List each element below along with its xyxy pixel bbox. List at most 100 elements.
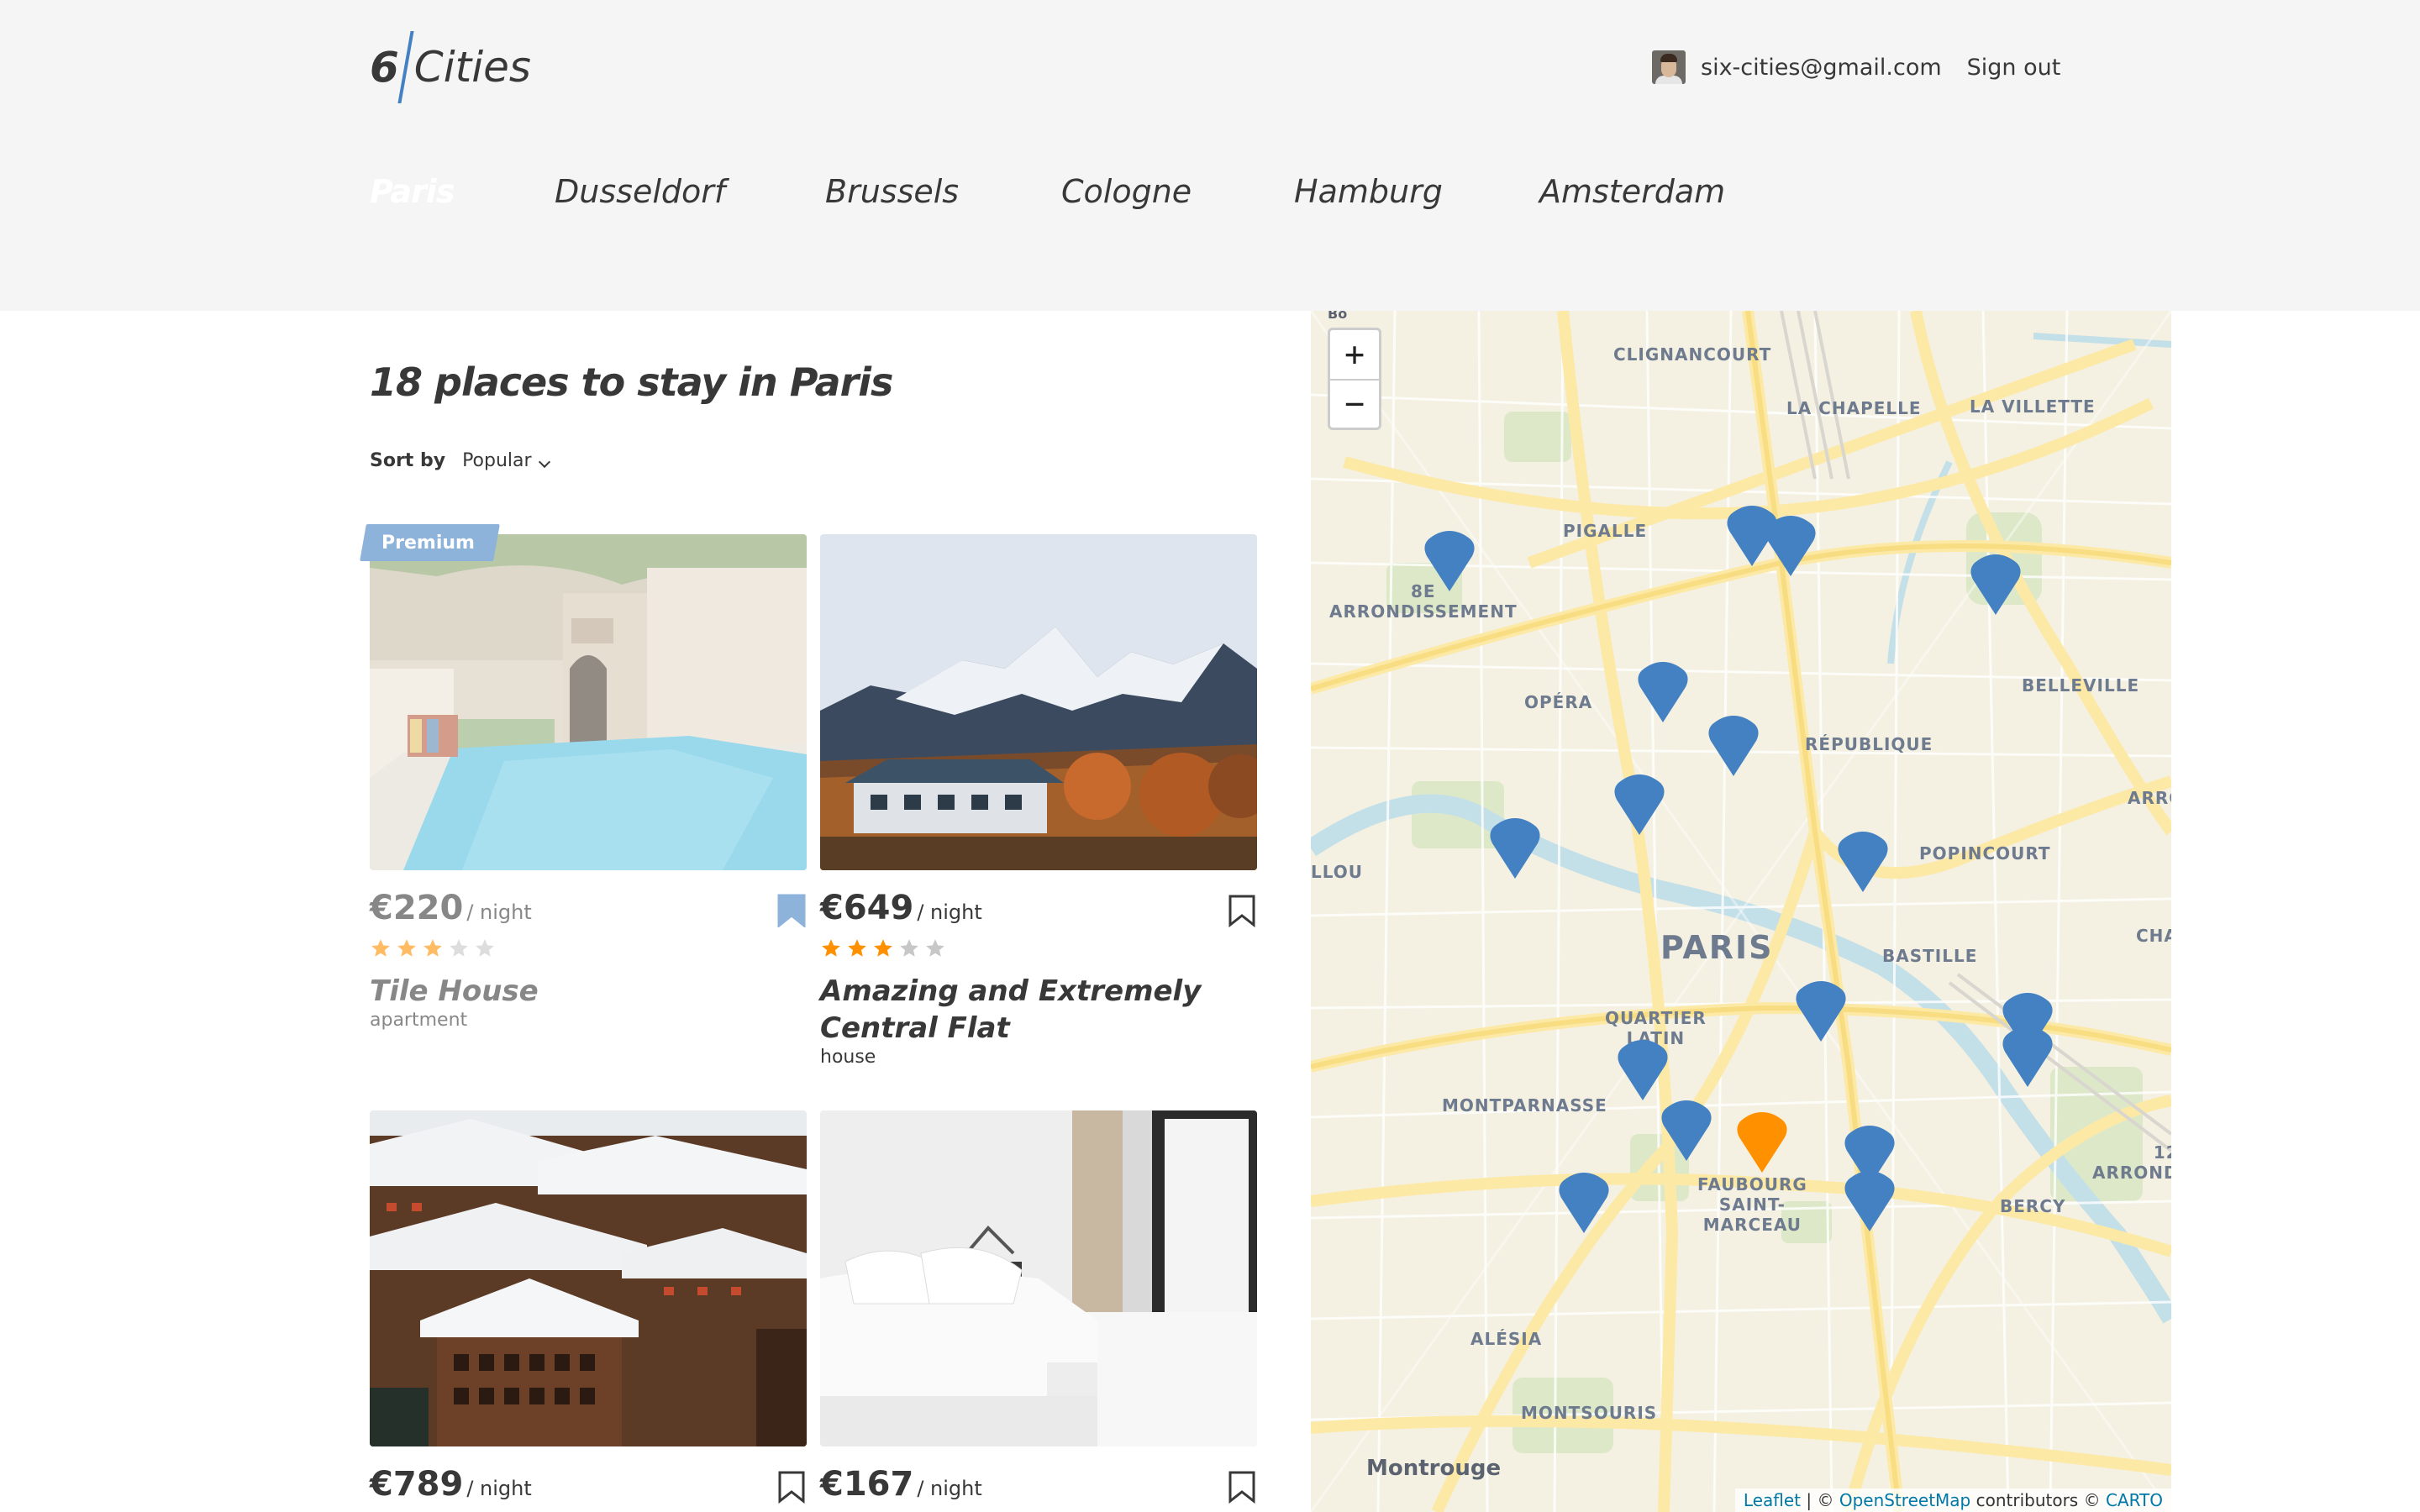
price-amount: €649 xyxy=(820,889,914,927)
price-row: €220/ night xyxy=(370,887,807,929)
map-marker[interactable] xyxy=(1835,832,1891,894)
price-unit: / night xyxy=(917,900,982,924)
star-icon xyxy=(900,939,918,957)
tab-label: Paris xyxy=(370,173,455,210)
star-icon xyxy=(371,939,390,957)
map-marker[interactable] xyxy=(1556,1173,1612,1235)
star-icon xyxy=(874,939,892,957)
map-label: MONTPARNASSE xyxy=(1442,1095,1607,1116)
place-card[interactable]: €649/ night Amazing and Extremely Centra… xyxy=(820,534,1257,1068)
price-value: €220/ night xyxy=(370,889,532,927)
map-attribution: Leaflet | © OpenStreetMap contributors ©… xyxy=(1734,1488,2171,1512)
leaflet-link[interactable]: Leaflet xyxy=(1744,1490,1801,1510)
map-label: FAUBOURG SAINT- MARCEAU xyxy=(1697,1174,1807,1235)
tab-dusseldorf[interactable]: Dusseldorf xyxy=(555,160,725,223)
sort-dropdown[interactable]: Popular xyxy=(462,450,550,471)
logo[interactable]: 6 Cities xyxy=(370,25,531,109)
map-label: BASTILLE xyxy=(1882,946,1978,966)
star-icon xyxy=(424,939,442,957)
user-nav: six-cities@gmail.com Sign out xyxy=(1652,47,2060,87)
place-card[interactable]: €789/ night xyxy=(370,1110,807,1504)
map-label: RÉPUBLIQUE xyxy=(1805,734,1933,754)
price-amount: €789 xyxy=(370,1465,464,1504)
bookmark-icon[interactable] xyxy=(776,894,807,927)
place-type: house xyxy=(820,1047,876,1068)
tab-brussels[interactable]: Brussels xyxy=(825,160,959,223)
header: 6 Cities six-cities@gmail.com Sign out P… xyxy=(0,0,2420,311)
map-label: Bo xyxy=(1328,311,1348,322)
map-label: POPINCOURT xyxy=(1919,843,2051,864)
carto-link[interactable]: CARTO xyxy=(2106,1490,2163,1510)
price-value: €167/ night xyxy=(820,1465,982,1504)
place-type: apartment xyxy=(370,1010,468,1031)
price-unit: / night xyxy=(917,1477,982,1500)
map-marker[interactable] xyxy=(1763,516,1818,578)
tab-label: Dusseldorf xyxy=(555,173,726,210)
map-marker[interactable] xyxy=(1968,554,2023,617)
map-label: ARRO xyxy=(2128,788,2171,808)
map-label: LA CHAPELLE xyxy=(1786,398,1922,418)
tab-label: Cologne xyxy=(1061,173,1192,210)
place-card[interactable]: €167/ night xyxy=(820,1110,1257,1504)
map[interactable]: + − CLIGNANCOURT LA CHAPELLE LA VILLETTE… xyxy=(1311,311,2171,1512)
map-marker[interactable] xyxy=(1635,662,1691,724)
map-marker-active[interactable] xyxy=(1734,1112,1790,1174)
map-label-paris: PARIS xyxy=(1660,929,1774,966)
zoom-out-button[interactable]: − xyxy=(1330,379,1379,428)
map-label: BERCY xyxy=(2000,1196,2066,1216)
sign-out-link[interactable]: Sign out xyxy=(1967,55,2061,81)
attribution-text: contributors © xyxy=(1970,1490,2106,1510)
map-marker[interactable] xyxy=(1487,818,1543,880)
sort-label: Sort by xyxy=(370,450,446,471)
attribution-text: | © xyxy=(1801,1490,1839,1510)
rating-stars xyxy=(370,937,500,961)
logo-divider xyxy=(397,31,414,103)
place-name[interactable]: Amazing and Extremely Central Flat xyxy=(820,973,1257,1047)
sort-value: Popular xyxy=(462,450,532,471)
map-marker[interactable] xyxy=(1612,774,1667,837)
place-name[interactable]: Tile House xyxy=(370,973,807,1010)
rating-stars xyxy=(820,937,950,961)
zoom-in-button[interactable]: + xyxy=(1330,330,1379,379)
tab-cologne[interactable]: Cologne xyxy=(1061,160,1192,223)
map-marker[interactable] xyxy=(1615,1040,1670,1102)
star-icon xyxy=(848,939,866,957)
map-tiles xyxy=(1311,311,2171,1512)
map-marker[interactable] xyxy=(1842,1171,1897,1233)
map-marker[interactable] xyxy=(1706,716,1761,778)
star-icon xyxy=(822,939,840,957)
user-email[interactable]: six-cities@gmail.com xyxy=(1701,55,1942,81)
price-amount: €167 xyxy=(820,1465,914,1504)
zoom-control: + − xyxy=(1328,328,1381,430)
star-icon xyxy=(450,939,468,957)
map-marker[interactable] xyxy=(1793,981,1849,1043)
tab-paris[interactable]: Paris xyxy=(343,160,455,223)
place-image-chalet[interactable] xyxy=(370,1110,807,1446)
map-marker[interactable] xyxy=(1659,1100,1714,1163)
map-label: LLOU xyxy=(1311,862,1364,882)
place-image-bedroom[interactable] xyxy=(820,1110,1257,1446)
price-row: €789/ night xyxy=(370,1463,807,1505)
bookmark-icon[interactable] xyxy=(776,1470,807,1504)
map-label: CHA xyxy=(2136,926,2171,946)
map-label: Montrouge xyxy=(1366,1456,1502,1481)
osm-link[interactable]: OpenStreetMap xyxy=(1839,1490,1970,1510)
place-card[interactable]: Premium €220/ night Tile House apartment xyxy=(370,533,807,1031)
tab-label: Hamburg xyxy=(1294,173,1443,210)
map-marker[interactable] xyxy=(1422,531,1477,593)
price-unit: / night xyxy=(466,900,532,924)
bookmark-icon[interactable] xyxy=(1227,894,1257,927)
price-amount: €220 xyxy=(370,889,464,927)
chevron-down-icon xyxy=(538,455,550,469)
map-label: MONTSOURIS xyxy=(1521,1403,1658,1423)
map-marker[interactable] xyxy=(2000,1026,2055,1089)
price-row: €649/ night xyxy=(820,887,1257,929)
place-image-mountain-house[interactable] xyxy=(820,534,1257,870)
map-label: BELLEVILLE xyxy=(2022,675,2140,696)
tab-hamburg[interactable]: Hamburg xyxy=(1294,160,1443,223)
bookmark-icon[interactable] xyxy=(1227,1470,1257,1504)
star-icon xyxy=(926,939,944,957)
tab-amsterdam[interactable]: Amsterdam xyxy=(1539,160,1725,223)
avatar[interactable] xyxy=(1652,50,1686,84)
place-image-pool[interactable] xyxy=(370,534,807,870)
